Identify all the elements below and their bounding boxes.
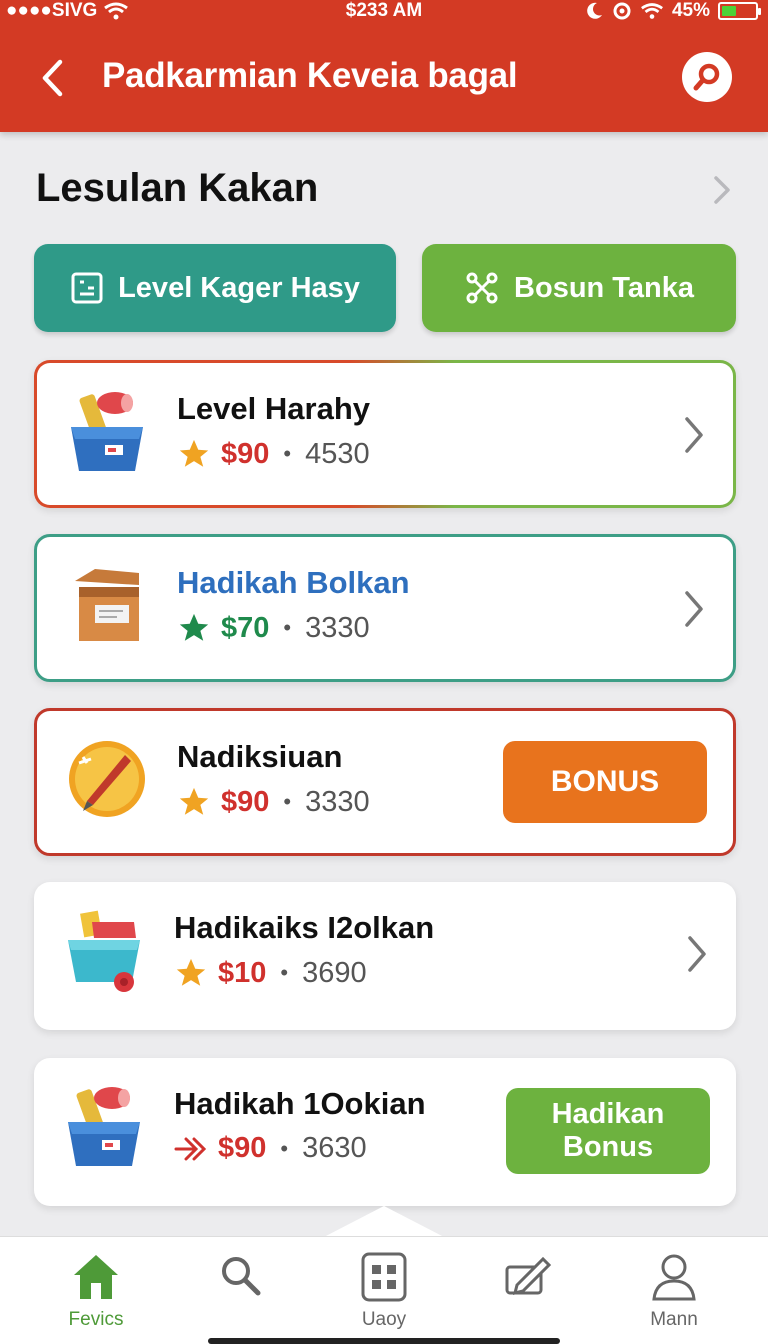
basket-icon xyxy=(68,910,140,992)
moon-icon xyxy=(587,2,602,19)
search-button[interactable] xyxy=(682,52,732,102)
toolbox-icon xyxy=(68,1087,140,1166)
star-icon xyxy=(179,439,209,467)
list-item[interactable]: Level Harahy $90 • 4530 xyxy=(34,360,736,508)
filter-label: Level Kager Hasy xyxy=(118,271,360,304)
item-meta: $10 • 3690 xyxy=(174,956,367,990)
bonus-button[interactable]: BONUS xyxy=(503,741,707,823)
chevron-right-icon[interactable] xyxy=(681,415,707,455)
star-icon xyxy=(179,613,209,641)
person-icon xyxy=(652,1254,696,1301)
filter-button-level[interactable]: Level Kager Hasy xyxy=(34,244,396,332)
bottom-nav: Fevics Uaoy Mann xyxy=(0,1236,768,1344)
item-title: Nadiksiuan xyxy=(177,739,343,774)
battery-icon xyxy=(718,2,761,20)
filter-button-bonus[interactable]: Bosun Tanka xyxy=(422,244,736,332)
grid-icon xyxy=(361,1252,407,1302)
item-title: Hadikah 1Ookian xyxy=(174,1086,426,1121)
coin-icon xyxy=(69,741,145,817)
nav-notch xyxy=(322,1206,446,1238)
nav-item-search[interactable] xyxy=(180,1251,300,1305)
double-arrow-icon xyxy=(174,1137,207,1160)
search-icon xyxy=(222,1257,261,1296)
edit-icon xyxy=(505,1256,552,1296)
crate-icon xyxy=(75,569,139,641)
list-item[interactable]: Nadiksiuan $90 • 3330 BONUS xyxy=(34,708,736,856)
item-meta: $70 • 3330 xyxy=(177,611,370,645)
star-icon xyxy=(179,787,209,815)
item-title: Hadikah Bolkan xyxy=(177,565,410,600)
list-item[interactable]: Hadikah 1Ookian $90 • 3630 Hadikan Bonus xyxy=(34,1058,736,1206)
battery-percent: 45% xyxy=(671,0,710,21)
section-title: Lesulan Kakan xyxy=(36,166,319,210)
toolbox-icon xyxy=(71,392,143,471)
search-icon xyxy=(693,63,720,91)
item-price: $90 xyxy=(218,1132,267,1164)
item-title: Level Harahy xyxy=(177,391,370,426)
separator-dot: • xyxy=(280,1135,289,1161)
chevron-right-icon[interactable] xyxy=(681,589,707,629)
home-icon xyxy=(74,1255,118,1299)
page-title: Padkarmian Keveia bagal xyxy=(102,56,518,95)
separator-dot: • xyxy=(283,789,292,814)
item-price: $10 xyxy=(218,956,267,989)
nav-item-home[interactable]: Fevics xyxy=(36,1251,156,1331)
item-meta: $90 • 4530 xyxy=(177,437,370,471)
item-count: 4530 xyxy=(305,437,370,470)
item-count: 3330 xyxy=(305,611,370,644)
item-price: $90 xyxy=(221,785,270,818)
filter-label: Bosun Tanka xyxy=(514,271,694,304)
item-meta: $90 • 3330 xyxy=(177,785,370,819)
item-price: $70 xyxy=(221,611,270,644)
list-item[interactable]: Hadikaiks I2olkan $10 • 3690 xyxy=(34,882,736,1030)
nav-item-grid[interactable]: Uaoy xyxy=(324,1251,444,1331)
home-indicator xyxy=(208,1338,560,1344)
nav-item-edit[interactable] xyxy=(468,1251,588,1307)
chevron-left-icon xyxy=(42,59,63,97)
status-bar: ●●●●SIVG $233 AM 45% xyxy=(0,0,768,26)
item-price: $90 xyxy=(221,437,270,470)
item-count: 3630 xyxy=(302,1132,367,1164)
bonus-button[interactable]: Hadikan Bonus xyxy=(506,1088,710,1174)
network-icon xyxy=(466,272,498,304)
chevron-right-icon[interactable] xyxy=(708,174,736,206)
item-count: 3330 xyxy=(305,785,370,818)
nav-label: Fevics xyxy=(68,1309,124,1330)
separator-dot: • xyxy=(283,615,292,640)
chevron-right-icon[interactable] xyxy=(684,934,710,974)
item-title: Hadikaiks I2olkan xyxy=(174,910,435,945)
item-count: 3690 xyxy=(302,956,367,989)
back-button[interactable] xyxy=(30,54,74,102)
nav-label: Mann xyxy=(650,1309,698,1330)
separator-dot: • xyxy=(280,960,289,985)
nav-item-profile[interactable]: Mann xyxy=(614,1251,734,1331)
wifi-icon xyxy=(641,3,663,19)
location-icon xyxy=(613,2,631,20)
star-icon xyxy=(176,958,206,986)
app-bar: ●●●●SIVG $233 AM 45% Padkarmian Keveia b… xyxy=(0,0,768,132)
list-square-icon xyxy=(71,272,103,304)
nav-label: Uaoy xyxy=(361,1309,407,1330)
list-item[interactable]: Hadikah Bolkan $70 • 3330 xyxy=(34,534,736,682)
item-meta: $90 • 3630 xyxy=(174,1132,367,1165)
separator-dot: • xyxy=(283,441,292,466)
